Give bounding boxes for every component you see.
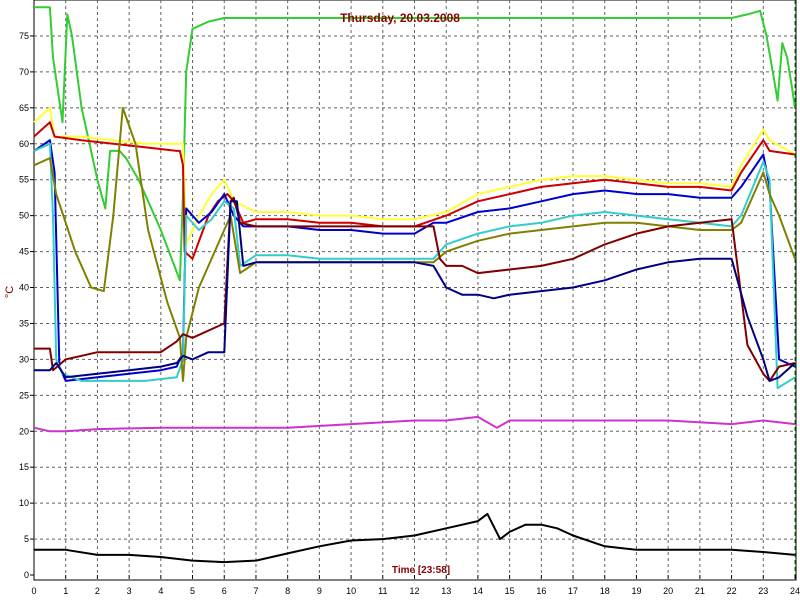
x-tick-label: 7: [253, 586, 258, 596]
x-tick-label: 12: [409, 586, 419, 596]
y-axis-label: °C: [4, 286, 16, 298]
x-tick-label: 11: [378, 586, 387, 596]
x-tick-label: 1: [63, 586, 68, 596]
y-tick-label: 45: [19, 247, 29, 257]
y-tick-label: 5: [24, 534, 29, 544]
x-tick-label: 17: [568, 586, 578, 596]
y-tick-label: 25: [19, 390, 29, 400]
y-tick-label: 10: [19, 498, 29, 508]
y-tick-label: 20: [19, 426, 29, 436]
y-tick-labels: 0 5 10 15 20 25 30 35 40 45 50 55 60 65 70 75: [19, 31, 34, 580]
x-tick-label: 6: [222, 586, 227, 596]
chart-title: Thursday, 20.03.2008: [340, 11, 460, 25]
x-tick-label: 10: [346, 586, 356, 596]
x-axis-label: Time [23:58]: [392, 565, 450, 576]
y-tick-label: 40: [19, 283, 29, 293]
x-tick-label: 4: [158, 586, 163, 596]
x-tick-label: 21: [695, 586, 705, 596]
y-tick-label: 15: [19, 462, 29, 472]
x-tick-label: 0: [31, 586, 36, 596]
y-tick-label: 70: [19, 67, 29, 77]
x-tick-label: 3: [127, 586, 132, 596]
temperature-chart: 051015202530354045505560657075 012345678…: [4, 0, 800, 596]
x-tick-label: 24: [790, 586, 800, 596]
y-tick-label: 35: [19, 318, 29, 328]
x-tick-label: 23: [758, 586, 768, 596]
x-tick-label: 18: [600, 586, 610, 596]
y-tick-label: 30: [19, 354, 29, 364]
y-tick-label: 50: [19, 211, 29, 221]
x-tick-label: 20: [663, 586, 673, 596]
x-tick-label: 15: [505, 586, 515, 596]
y-tick-label: 65: [19, 103, 29, 113]
y-tick-label: 60: [19, 139, 29, 149]
y-tick-label: 55: [19, 175, 29, 185]
x-tick-label: 14: [473, 586, 483, 596]
x-tick-label: 16: [536, 586, 546, 596]
x-tick-label: 5: [190, 586, 195, 596]
x-tick-label: 9: [317, 586, 322, 596]
y-tick-label: 75: [19, 31, 29, 41]
x-tick-label: 2: [95, 586, 100, 596]
x-tick-label: 19: [631, 586, 641, 596]
x-tick-label: 13: [441, 586, 451, 596]
x-tick-label: 22: [727, 586, 737, 596]
x-tick-label: 8: [285, 586, 290, 596]
y-tick-label: 0: [24, 570, 29, 580]
